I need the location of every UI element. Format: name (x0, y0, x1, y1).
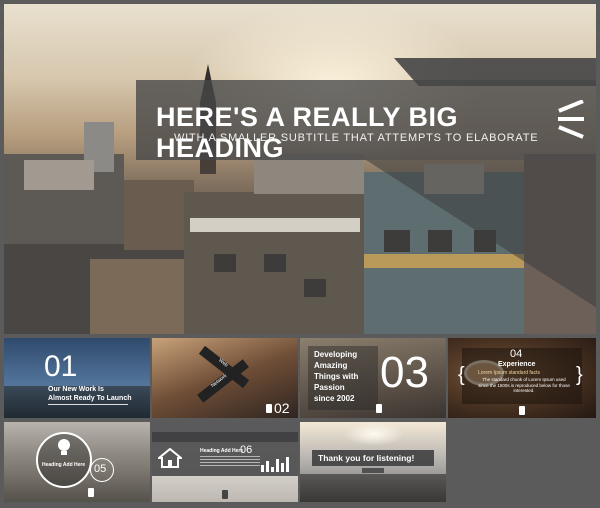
slide-heading: Heading Add Here (200, 448, 244, 454)
slide-thumbnail-06[interactable]: Heading Add Here 06 (152, 422, 298, 502)
slide-thumbnail-04[interactable]: { } 04 Experience Lorem Ipsum standard f… (448, 338, 596, 418)
slide-text-line: since 2002 (314, 394, 355, 403)
slide-text-line: Almost Ready To Launch (48, 395, 132, 402)
slide-subheading: Lorem Ipsum standard facts (478, 370, 540, 376)
bar-chart-icon (261, 457, 289, 472)
window (304, 279, 326, 297)
slide-number: 04 (510, 348, 523, 360)
slide-marker (88, 488, 94, 497)
slide-thumbnail-02[interactable]: Web Network 02 (152, 338, 298, 418)
slide-number: 01 (44, 350, 78, 383)
slide-text-line: Passion (314, 383, 345, 392)
slide-number: 05 (94, 463, 107, 475)
hero-subtitle[interactable]: WITH A SMALLER SUBTITLE THAT ATTEMPTS TO… (174, 132, 554, 144)
window (428, 230, 452, 252)
slide-sorter: HERE'S A REALLY BIG HEADING WITH A SMALL… (0, 0, 600, 508)
slide-thumbnail-03[interactable]: Developing Amazing Things with Passion s… (300, 338, 446, 418)
sun-glow (344, 422, 404, 446)
radiant-lines-icon (558, 100, 584, 139)
slide-marker (266, 404, 272, 413)
slide-marker (519, 406, 525, 415)
brace-left: { (458, 364, 465, 386)
building (364, 254, 534, 268)
slide-heading: Experience (498, 361, 536, 368)
closing-message: Thank you for listening! (318, 453, 415, 463)
lightbulb-icon (58, 439, 70, 455)
brace-right: } (576, 364, 583, 386)
slide-thumbnail-05[interactable]: Heading Add Here 05 (4, 422, 150, 502)
building (24, 160, 94, 190)
sub-pill (362, 468, 384, 473)
text-lines (200, 456, 260, 468)
window (384, 230, 410, 252)
city-skyline (300, 474, 446, 502)
slide-text-line: Things with (314, 372, 359, 381)
slide-number: 06 (240, 444, 253, 456)
slide-heading: Heading Add Here (42, 462, 86, 468)
window (264, 254, 286, 272)
slide-number: 02 (274, 400, 290, 416)
slide-body: The standard chunk of Lorem Ipsum used s… (478, 377, 570, 393)
building (190, 218, 360, 232)
slide-marker (376, 404, 382, 413)
slide-thumbnail-07[interactable]: Thank you for listening! (300, 422, 446, 502)
home-icon (158, 448, 182, 468)
hero-slide[interactable]: HERE'S A REALLY BIG HEADING WITH A SMALL… (4, 4, 596, 334)
slide-thumbnail-01[interactable]: 01 Our New Work Is Almost Ready To Launc… (4, 338, 150, 418)
slide-text-line: Developing (314, 350, 358, 359)
building (90, 259, 190, 334)
slide-text-line: Our New Work Is (48, 386, 104, 393)
window (214, 254, 236, 272)
divider (48, 404, 128, 405)
slide-marker (222, 490, 228, 499)
slide-number: 03 (380, 348, 429, 397)
slide-text-line: Amazing (314, 361, 348, 370)
